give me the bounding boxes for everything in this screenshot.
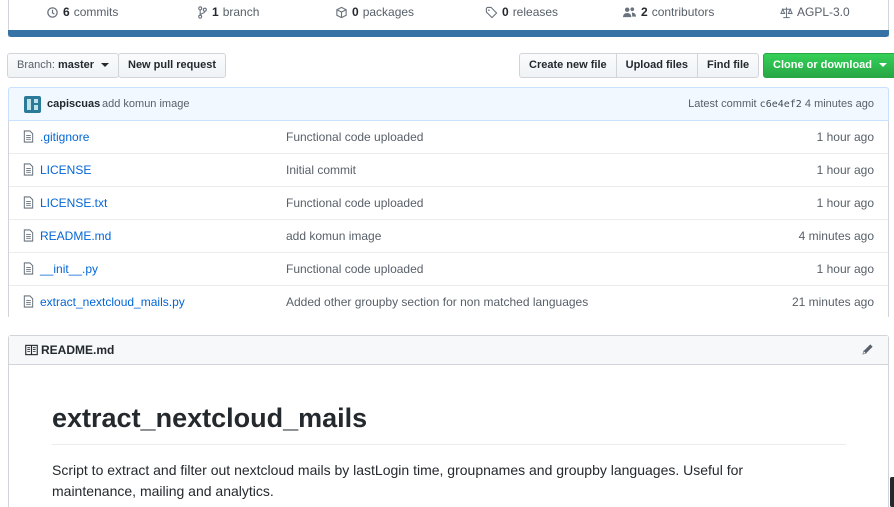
file-actions-group: Create new file Upload files Find file [519, 53, 760, 78]
pencil-icon[interactable] [861, 343, 874, 356]
branch-label: branch [222, 5, 260, 19]
file-row: __init__.py Functional code uploaded 1 hou… [9, 253, 888, 286]
readme-header: README.md [9, 336, 888, 365]
latest-commit-prefix: Latest commit [688, 98, 757, 110]
license-link[interactable]: AGPL-3.0 [780, 4, 850, 20]
file-age: 1 hour ago [816, 196, 874, 210]
file-icon [23, 295, 34, 308]
file-age: 21 minutes ago [791, 295, 874, 309]
readme-box: README.md extract_nextcloud_mails Script… [8, 335, 889, 507]
commits-link[interactable]: 6 commits [46, 4, 118, 20]
releases-count: 0 [502, 5, 509, 19]
readme-description: Script to extract and filter out nextclo… [52, 462, 744, 499]
file-name-link[interactable]: .gitignore [40, 130, 89, 144]
file-row: extract_nextcloud_mails.py Added other gr… [9, 286, 888, 317]
commits-label: commits [73, 5, 119, 19]
readme-heading: extract_nextcloud_mails [52, 402, 846, 445]
file-icon [23, 163, 34, 176]
branch-count: 1 [212, 5, 219, 19]
contributors-link[interactable]: 2 contributors [622, 4, 714, 20]
releases-label: releases [512, 5, 559, 19]
contributors-label: contributors [651, 5, 715, 19]
clone-label: Clone or download [773, 59, 872, 71]
file-commit-message-link[interactable]: add komun image [286, 229, 381, 243]
packages-count: 0 [352, 5, 359, 19]
branches-link[interactable]: 1 branch [197, 4, 259, 20]
law-icon [780, 6, 793, 18]
file-commit-message-link[interactable]: Functional code uploaded [286, 262, 423, 276]
file-age: 4 minutes ago [798, 229, 874, 243]
history-icon [47, 6, 58, 18]
file-row: LICENSE.txt Functional code uploaded 1 hou… [9, 187, 888, 220]
branch-icon [198, 5, 207, 19]
commit-sha-link[interactable]: c6e4ef2 [760, 99, 802, 110]
file-list: .gitignore Functional code uploaded 1 hour… [8, 121, 889, 317]
branch-name: master [57, 59, 95, 71]
chevron-down-icon [101, 63, 110, 68]
language-bar[interactable] [8, 30, 889, 37]
file-commit-message-link[interactable]: Functional code uploaded [286, 130, 423, 144]
upload-files-button[interactable]: Upload files [615, 53, 698, 78]
commit-meta: Latest commit c6e4ef2 4 minutes ago [688, 98, 874, 110]
repository-page: 6 commits 1 branch 0 packages 0 releases… [0, 0, 894, 507]
file-icon [23, 229, 34, 242]
create-new-file-button[interactable]: Create new file [519, 53, 617, 78]
tag-icon [485, 6, 498, 18]
scrollbar-thumb[interactable] [890, 477, 894, 507]
chevron-down-icon [879, 63, 888, 68]
branch-prefix: Branch: [17, 59, 55, 71]
file-row: .gitignore Functional code uploaded 1 hour… [9, 121, 888, 154]
license-label: AGPL-3.0 [797, 5, 850, 19]
readme-title[interactable]: README.md [41, 343, 114, 357]
clone-or-download-button[interactable]: Clone or download [763, 53, 894, 78]
file-name-link[interactable]: README.md [40, 229, 111, 243]
file-age: 1 hour ago [816, 130, 874, 144]
file-row: LICENSE Initial commit 1 hour ago [9, 154, 888, 187]
file-name-link[interactable]: LICENSE.txt [40, 196, 107, 210]
file-icon [23, 196, 34, 209]
file-age: 1 hour ago [816, 163, 874, 177]
file-name-link[interactable]: extract_nextcloud_mails.py [40, 295, 185, 309]
commit-author-link[interactable]: capiscuas [47, 98, 100, 110]
file-commit-message-link[interactable]: Functional code uploaded [286, 196, 423, 210]
packages-link[interactable]: 0 packages [335, 4, 414, 20]
file-icon [23, 262, 34, 275]
commit-age: 4 minutes ago [804, 98, 874, 110]
branch-select-button[interactable]: Branch: master [7, 53, 120, 78]
releases-link[interactable]: 0 releases [485, 4, 558, 20]
file-icon [23, 130, 34, 143]
package-icon [336, 6, 347, 18]
people-icon [623, 6, 636, 17]
file-commit-message-link[interactable]: Added other groupby section for non matc… [286, 295, 588, 309]
avatar[interactable] [24, 96, 41, 113]
file-commit-message-link[interactable]: Initial commit [286, 163, 356, 177]
commits-count: 6 [63, 5, 70, 19]
file-name-link[interactable]: LICENSE [40, 163, 91, 177]
file-age: 1 hour ago [816, 262, 874, 276]
contributors-count: 2 [641, 5, 648, 19]
latest-commit-bar: capiscuas add komun image Latest commit … [8, 87, 889, 121]
file-name-link[interactable]: __init__.py [40, 262, 98, 276]
book-icon [25, 344, 38, 356]
commit-message-link[interactable]: add komun image [102, 98, 189, 110]
file-row: README.md add komun image 4 minutes ago [9, 220, 888, 253]
new-pull-request-button[interactable]: New pull request [118, 53, 227, 78]
find-file-button[interactable]: Find file [696, 53, 760, 78]
packages-label: packages [362, 5, 415, 19]
